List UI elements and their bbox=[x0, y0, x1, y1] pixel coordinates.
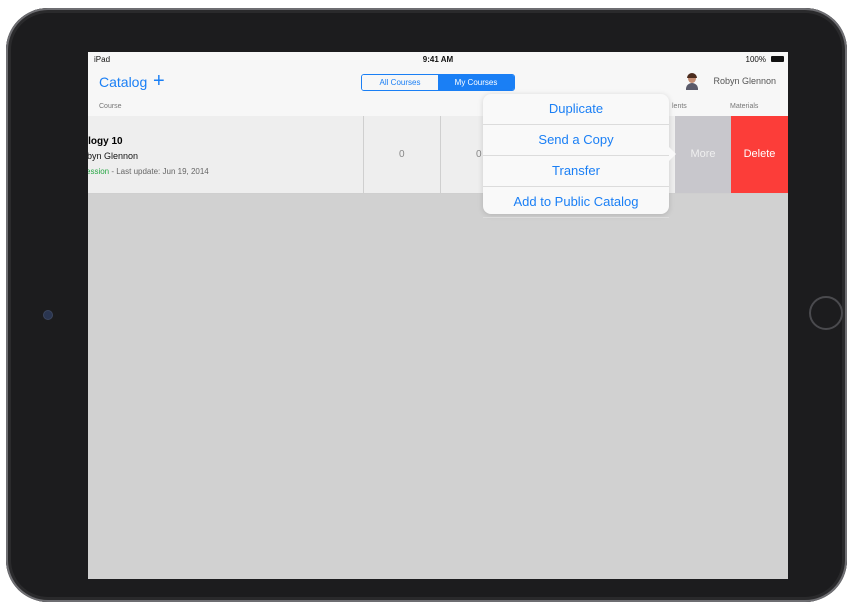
battery-percent: 100% bbox=[745, 55, 766, 64]
cell-divider bbox=[363, 116, 364, 193]
screen: iPad 9:41 AM 100% Catalog + All Courses … bbox=[88, 52, 788, 579]
more-actions-popover: Duplicate Send a Copy Transfer Add to Pu… bbox=[483, 94, 676, 218]
battery-icon bbox=[771, 56, 784, 62]
segment-my-courses[interactable]: My Courses bbox=[438, 75, 514, 90]
course-teacher: obyn Glennon bbox=[88, 151, 139, 161]
camera-icon bbox=[44, 311, 52, 319]
status-session: session bbox=[88, 167, 110, 176]
user-name[interactable]: Robyn Glennon bbox=[713, 76, 776, 86]
duplicate-menu-item[interactable]: Duplicate bbox=[483, 94, 669, 125]
column-header-course: Course bbox=[99, 103, 122, 110]
status-bar: iPad 9:41 AM 100% bbox=[88, 52, 788, 66]
column-header-materials: Materials bbox=[730, 103, 759, 110]
home-button[interactable] bbox=[809, 296, 843, 330]
add-course-button[interactable]: + bbox=[153, 70, 165, 93]
course-filter-segmented-control[interactable]: All Courses My Courses bbox=[361, 74, 515, 91]
ipad-frame: iPad 9:41 AM 100% Catalog + All Courses … bbox=[6, 8, 847, 602]
popover-arrow bbox=[669, 147, 676, 161]
transfer-menu-item[interactable]: Transfer bbox=[483, 156, 669, 187]
add-to-public-catalog-menu-item[interactable]: Add to Public Catalog bbox=[483, 187, 669, 218]
course-status: session - Last update: Jun 19, 2014 bbox=[88, 167, 209, 176]
more-button[interactable]: More bbox=[675, 116, 731, 193]
catalog-title[interactable]: Catalog bbox=[99, 74, 147, 90]
count-cell: 0 bbox=[399, 149, 405, 160]
course-name: ology 10 bbox=[88, 136, 123, 147]
clock: 9:41 AM bbox=[422, 55, 454, 64]
segment-all-courses[interactable]: All Courses bbox=[362, 75, 438, 90]
column-header-students: lents bbox=[672, 103, 687, 110]
nav-bar: Catalog + All Courses My Courses Robyn G… bbox=[88, 66, 788, 117]
avatar[interactable] bbox=[685, 73, 699, 90]
delete-button[interactable]: Delete bbox=[731, 116, 788, 193]
cell-divider bbox=[440, 116, 441, 193]
count-cell: 0 bbox=[476, 149, 482, 160]
status-last-update: - Last update: Jun 19, 2014 bbox=[109, 167, 209, 176]
send-copy-menu-item[interactable]: Send a Copy bbox=[483, 125, 669, 156]
